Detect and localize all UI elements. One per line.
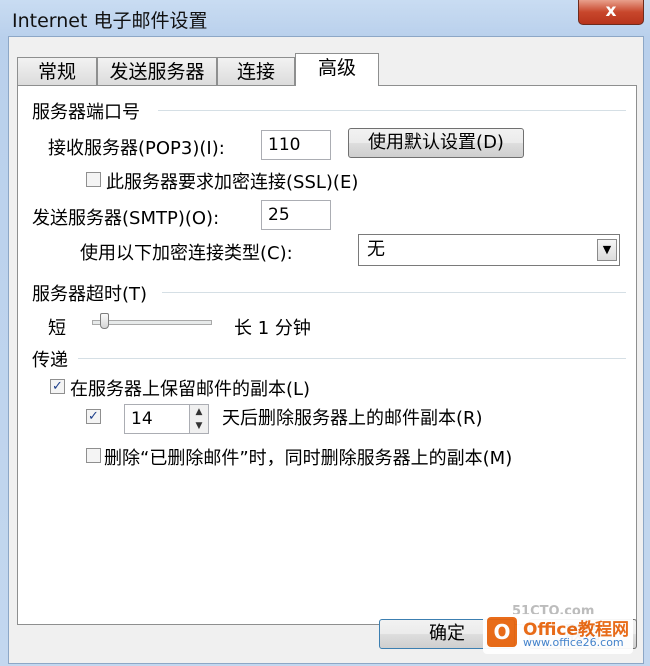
remove-after-label: 天后删除服务器上的邮件副本(R) [222,408,483,429]
timeout-short-label: 短 [48,318,66,339]
timeout-slider-thumb[interactable] [99,313,109,329]
timeout-group-title: 服务器超时(T) [32,284,148,305]
encryption-type-select[interactable]: 无 ▼ [358,234,620,266]
divider [162,292,626,293]
incoming-server-label: 接收服务器(POP3)(I): [48,138,225,159]
advanced-panel: 服务器端口号 接收服务器(POP3)(I): 110 使用默认设置(D) 此服务… [17,85,637,625]
divider [158,110,626,111]
use-defaults-button[interactable]: 使用默认设置(D) [348,128,524,158]
outgoing-server-label: 发送服务器(SMTP)(O): [32,208,220,229]
remove-deleted-checkbox[interactable] [86,448,101,463]
dialog-client: 常规 发送服务器 连接 高级 服务器端口号 接收服务器(POP3)(I): 11… [8,36,644,664]
days-spinner[interactable]: ▲ ▼ [189,404,209,434]
tab-outgoing-server[interactable]: 发送服务器 [97,57,217,85]
tab-general[interactable]: 常规 [17,57,97,85]
remove-deleted-label: 删除“已删除邮件”时，同时删除服务器上的副本(M) [104,448,513,469]
ssl-checkbox[interactable] [86,172,101,187]
outgoing-port-input[interactable]: 25 [261,200,331,230]
incoming-port-input[interactable]: 110 [261,130,331,160]
leave-copy-label: 在服务器上保留邮件的副本(L) [70,379,311,400]
watermark-logo: O Office教程网 www.office26.com [483,614,633,654]
watermark-logo-url: www.office26.com [523,636,624,649]
remove-after-days-input[interactable]: 14 [124,404,190,434]
encryption-type-label: 使用以下加密连接类型(C): [80,243,293,264]
dialog-window: Internet 电子邮件设置 x 常规 发送服务器 连接 高级 服务器端口号 … [0,0,650,666]
remove-after-checkbox[interactable]: ✓ [86,409,101,424]
close-button[interactable]: x [578,0,644,25]
leave-copy-checkbox[interactable]: ✓ [50,379,65,394]
title-bar[interactable]: Internet 电子邮件设置 x [0,0,650,36]
ports-group-title: 服务器端口号 [32,102,140,123]
chevron-down-icon[interactable]: ▼ [597,239,617,261]
tab-connection[interactable]: 连接 [217,57,295,85]
timeout-long-label: 长 1 分钟 [234,318,311,339]
office-logo-icon: O [487,617,517,647]
delivery-group-title: 传递 [32,350,68,371]
encryption-type-value: 无 [367,239,385,260]
spin-down-icon[interactable]: ▼ [190,419,208,433]
ssl-label: 此服务器要求加密连接(SSL)(E) [106,172,359,193]
tab-advanced[interactable]: 高级 [295,53,379,86]
spin-up-icon[interactable]: ▲ [190,405,208,419]
timeout-slider-track[interactable] [92,320,212,325]
divider [78,358,626,359]
window-title: Internet 电子邮件设置 [12,10,208,32]
